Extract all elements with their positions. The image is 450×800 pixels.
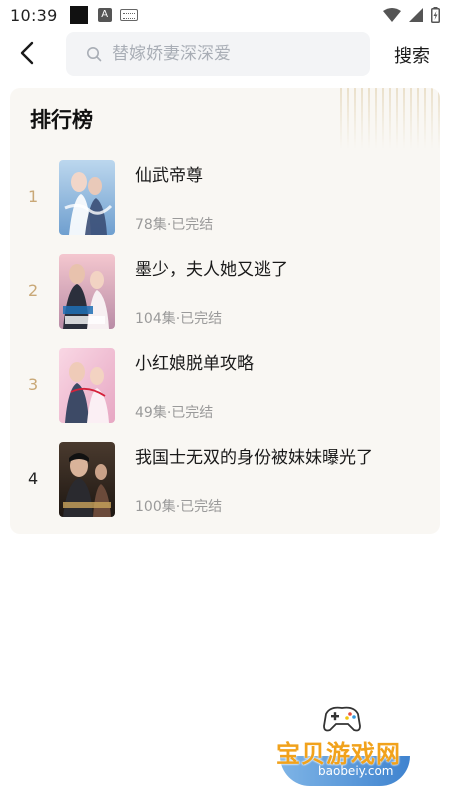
a-app-icon: A xyxy=(97,8,112,22)
ranking-title: 排行榜 xyxy=(30,108,93,132)
search-icon xyxy=(87,47,102,62)
ranking-item[interactable]: 2 墨少，夫人她又逃了 104集·已完结 xyxy=(10,251,440,345)
ranking-card: 排行榜 1 仙武帝尊 78集·已完结 2 墨少，夫人她又逃了 104集·已完结 … xyxy=(10,88,440,534)
ranking-item[interactable]: 1 仙武帝尊 78集·已完结 xyxy=(10,157,440,251)
drama-title: 小红娘脱单攻略 xyxy=(135,354,254,374)
ranking-list: 1 仙武帝尊 78集·已完结 2 墨少，夫人她又逃了 104集·已完结 3 小红… xyxy=(10,157,440,533)
status-bar: 10:39 A xyxy=(0,0,450,30)
back-arrow-icon xyxy=(20,41,34,65)
ranking-item[interactable]: 4 我国士无双的身份被妹妹曝光了 100集·已完结 xyxy=(10,439,440,533)
drama-cover-image[interactable] xyxy=(59,160,115,235)
drama-title: 仙武帝尊 xyxy=(135,166,203,186)
status-indicators xyxy=(383,7,440,23)
drama-title: 我国士无双的身份被妹妹曝光了 xyxy=(135,448,373,468)
drama-cover-image[interactable] xyxy=(59,442,115,517)
drama-meta: 78集·已完结 xyxy=(135,217,214,233)
drama-cover-image[interactable] xyxy=(59,254,115,329)
keyboard-icon xyxy=(119,9,138,21)
drama-title: 墨少，夫人她又逃了 xyxy=(135,260,288,280)
drama-cover-image[interactable] xyxy=(59,348,115,423)
search-button[interactable]: 搜索 xyxy=(394,42,430,68)
status-time: 10:39 xyxy=(10,5,58,25)
gamepad-icon xyxy=(323,706,361,732)
search-box[interactable] xyxy=(66,32,370,76)
watermark-logo: 宝贝游戏网 baobeiy.com xyxy=(270,700,420,790)
battery-icon xyxy=(431,7,440,23)
decorative-stripes xyxy=(340,88,440,148)
rank-number: 3 xyxy=(28,375,39,394)
search-input[interactable] xyxy=(112,44,352,64)
wifi-icon xyxy=(383,8,401,22)
rank-number: 2 xyxy=(28,281,39,300)
ranking-item[interactable]: 3 小红娘脱单攻略 49集·已完结 xyxy=(10,345,440,439)
signal-icon xyxy=(409,8,423,22)
rank-number: 1 xyxy=(28,187,39,206)
drama-meta: 100集·已完结 xyxy=(135,499,223,515)
watermark-url: baobeiy.com xyxy=(318,764,394,778)
back-button[interactable] xyxy=(14,38,42,68)
drama-meta: 49集·已完结 xyxy=(135,405,214,421)
notification-square-icon xyxy=(69,6,88,24)
rank-number: 4 xyxy=(28,469,39,488)
drama-meta: 104集·已完结 xyxy=(135,311,223,327)
search-header: 搜索 xyxy=(0,30,450,78)
